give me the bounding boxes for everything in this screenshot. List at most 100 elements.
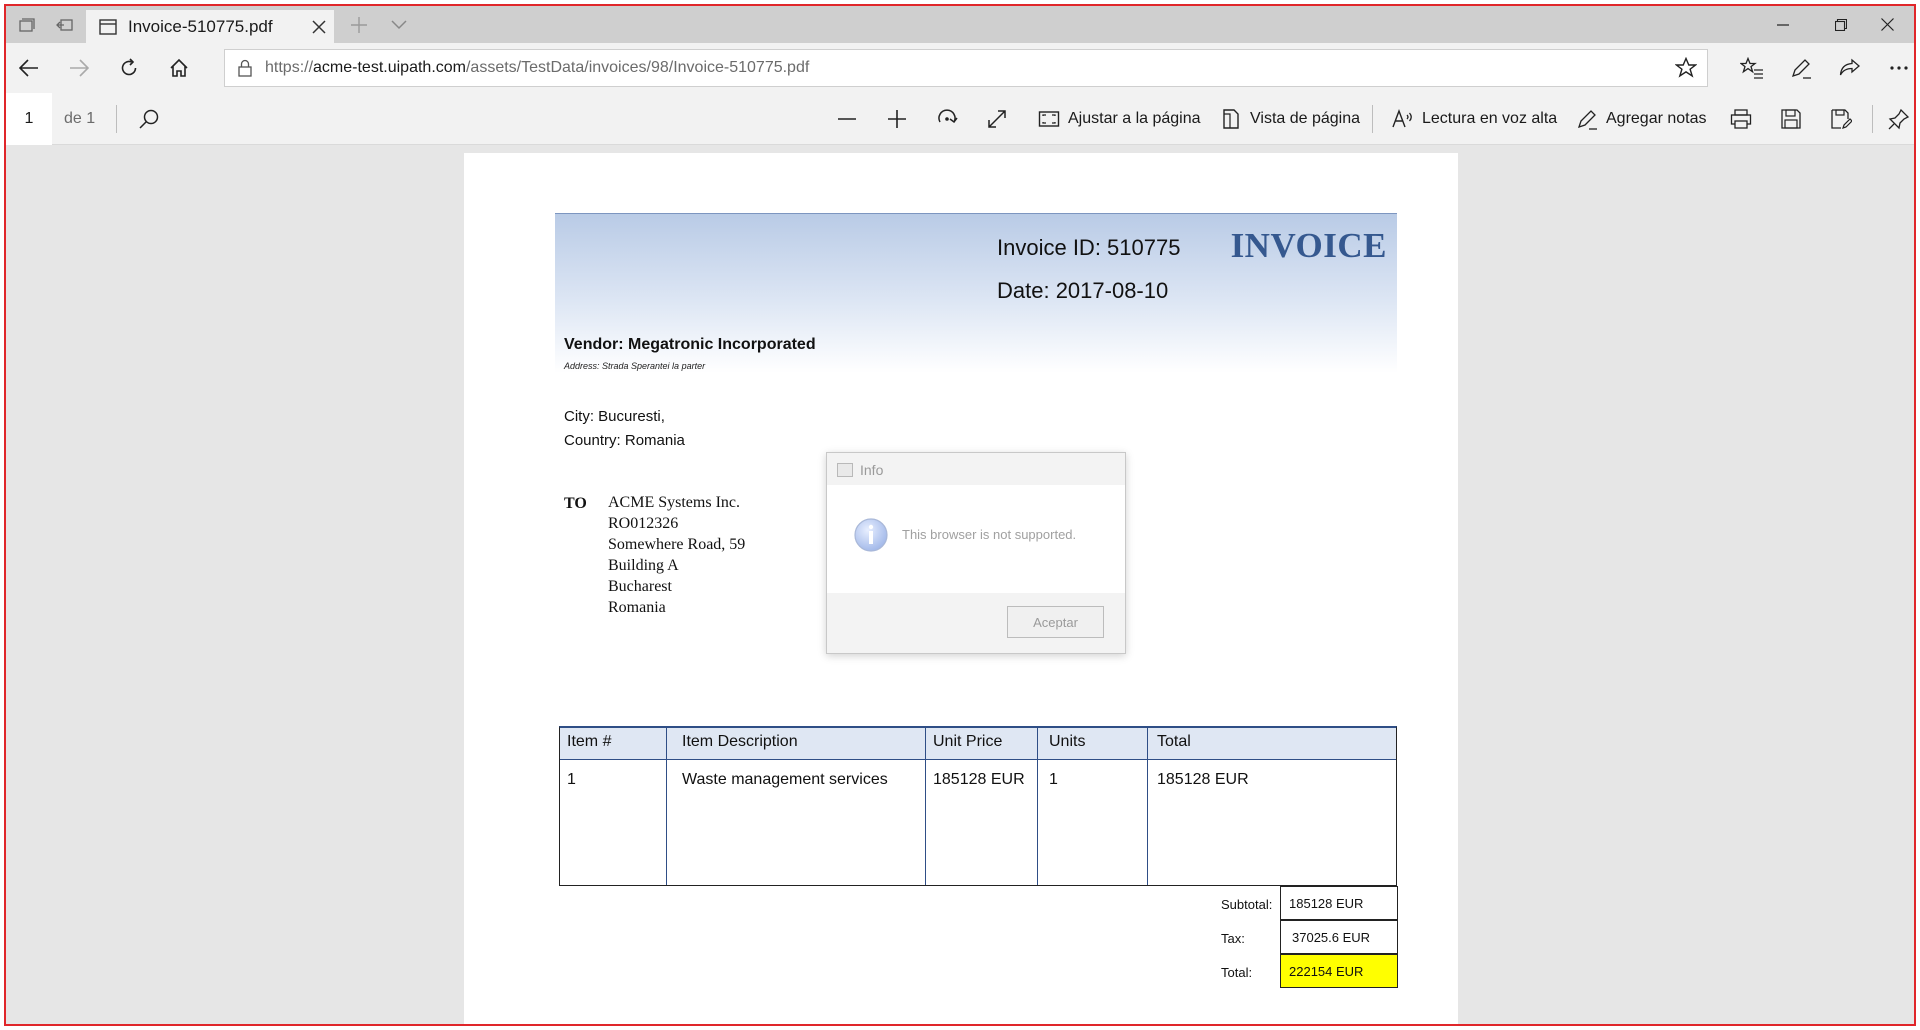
url-text[interactable]: https://acme-test.uipath.com/assets/Test…	[265, 59, 1665, 77]
lock-icon[interactable]	[225, 59, 265, 77]
recipient-line: Building A	[608, 557, 679, 574]
close-window-button[interactable]	[1858, 6, 1914, 43]
invoice-id: Invoice ID: 510775	[997, 235, 1181, 260]
column-divider	[925, 728, 926, 885]
vendor-address: Address: Strada Sperantei la parter	[564, 361, 706, 371]
tab-invoice[interactable]: Invoice-510775.pdf	[86, 10, 334, 43]
back-button[interactable]	[10, 49, 48, 87]
read-aloud-label: Lectura en voz alta	[1422, 110, 1558, 127]
share-button[interactable]	[1831, 49, 1869, 87]
pen-icon	[1577, 110, 1597, 130]
plus-icon	[888, 110, 906, 128]
divider	[1872, 105, 1873, 133]
save-as-icon	[1831, 109, 1852, 129]
pin-icon	[1888, 108, 1910, 130]
column-header-description: Item Description	[682, 733, 798, 750]
save-button[interactable]	[1780, 93, 1802, 145]
favorites-hub-button[interactable]	[1733, 49, 1771, 87]
zoom-in-button[interactable]	[886, 93, 908, 145]
refresh-button[interactable]	[110, 49, 148, 87]
row-description: Waste management services	[682, 771, 888, 788]
plus-icon	[351, 17, 367, 33]
tab-title: Invoice-510775.pdf	[128, 16, 273, 36]
row-units: 1	[1049, 771, 1058, 788]
tabs-aside-button[interactable]	[12, 12, 42, 38]
tab-preview-button[interactable]	[384, 12, 414, 38]
invoice-heading: INVOICE	[1230, 226, 1387, 265]
column-header-unit-price: Unit Price	[933, 733, 1003, 750]
vendor-name: Vendor: Megatronic Incorporated	[564, 336, 816, 353]
recipient-address: ACME Systems Inc. RO012326 Somewhere Roa…	[608, 492, 745, 618]
minimize-icon	[1777, 23, 1789, 26]
add-notes-button[interactable]: Agregar notas	[1576, 93, 1707, 145]
column-header-units: Units	[1049, 733, 1086, 750]
favorites-list-icon	[1740, 57, 1763, 79]
chevron-down-icon	[391, 20, 407, 30]
add-notes-label: Agregar notas	[1606, 110, 1707, 127]
row-total: 185128 EUR	[1157, 771, 1249, 788]
info-dialog: Info This browser is not supported. Acep…	[826, 452, 1126, 654]
zoom-out-button[interactable]	[836, 93, 858, 145]
dialog-message: This browser is not supported.	[902, 527, 1077, 542]
tab-close-button[interactable]	[304, 12, 334, 42]
print-button[interactable]	[1730, 93, 1752, 145]
set-tabs-aside-icon	[56, 19, 73, 31]
share-icon	[1839, 58, 1860, 76]
new-tab-button[interactable]	[344, 12, 374, 38]
home-button[interactable]	[160, 49, 198, 87]
dialog-title-bar: Info	[837, 462, 883, 478]
printer-icon	[1730, 109, 1752, 129]
save-as-button[interactable]	[1830, 93, 1852, 145]
subtotal-value: 185128 EUR	[1280, 886, 1398, 920]
search-button[interactable]	[138, 93, 160, 145]
column-divider	[666, 728, 667, 885]
column-divider	[1147, 728, 1148, 885]
address-bar[interactable]: https://acme-test.uipath.com/assets/Test…	[224, 49, 1708, 87]
set-tabs-aside-button[interactable]	[50, 12, 80, 38]
row-item-number: 1	[567, 771, 576, 788]
fit-to-page-label: Ajustar a la página	[1068, 110, 1201, 127]
recipient-line: Somewhere Road, 59	[608, 536, 746, 553]
minimize-button[interactable]	[1754, 6, 1812, 43]
rotate-button[interactable]	[936, 93, 958, 145]
total-value: 222154 EUR	[1280, 954, 1398, 988]
app-icon	[837, 463, 853, 477]
navigation-bar: https://acme-test.uipath.com/assets/Test…	[6, 43, 1914, 93]
url-host: acme-test.uipath.com	[313, 59, 466, 76]
arrow-left-icon	[19, 59, 38, 77]
favorite-button[interactable]	[1665, 57, 1707, 79]
web-notes-button[interactable]	[1782, 49, 1820, 87]
recipient-line: ACME Systems Inc.	[608, 494, 740, 511]
recipient-line: Romania	[608, 599, 666, 616]
recipient-line: RO012326	[608, 515, 679, 532]
recipient-line: Bucharest	[608, 578, 672, 595]
row-unit-price: 185128 EUR	[933, 771, 1025, 788]
arrow-right-icon	[70, 59, 89, 77]
read-aloud-button[interactable]: Lectura en voz alta	[1392, 93, 1557, 145]
column-header-item: Item #	[567, 733, 612, 750]
invoice-date: Date: 2017-08-10	[997, 278, 1169, 303]
page-view-button[interactable]: Vista de página	[1220, 93, 1360, 145]
divider	[1372, 105, 1373, 133]
dialog-body: This browser is not supported.	[827, 485, 1125, 593]
pdf-toolbar: 1 de 1 Ajustar a la página Vista de pági…	[6, 93, 1914, 145]
recipient-label: TO	[564, 495, 587, 512]
tax-label: Tax:	[1221, 931, 1245, 946]
close-icon	[312, 19, 326, 34]
pin-toolbar-button[interactable]	[1888, 93, 1910, 145]
fit-to-page-button[interactable]: Ajustar a la página	[1038, 93, 1201, 145]
ok-button[interactable]: Aceptar	[1007, 606, 1104, 638]
more-icon	[1890, 66, 1908, 70]
info-icon	[854, 518, 888, 552]
more-button[interactable]	[1880, 49, 1914, 87]
refresh-icon	[121, 58, 137, 76]
page-view-icon	[1223, 109, 1239, 129]
vendor-country: Country: Romania	[564, 432, 685, 449]
full-screen-button[interactable]	[986, 93, 1008, 145]
forward-button[interactable]	[60, 49, 98, 87]
save-icon	[1781, 109, 1801, 129]
page-number-input[interactable]: 1	[6, 93, 52, 145]
pen-icon	[1791, 59, 1811, 79]
expand-icon	[988, 110, 1006, 128]
url-path: /assets/TestData/invoices/98/Invoice-510…	[465, 59, 810, 76]
